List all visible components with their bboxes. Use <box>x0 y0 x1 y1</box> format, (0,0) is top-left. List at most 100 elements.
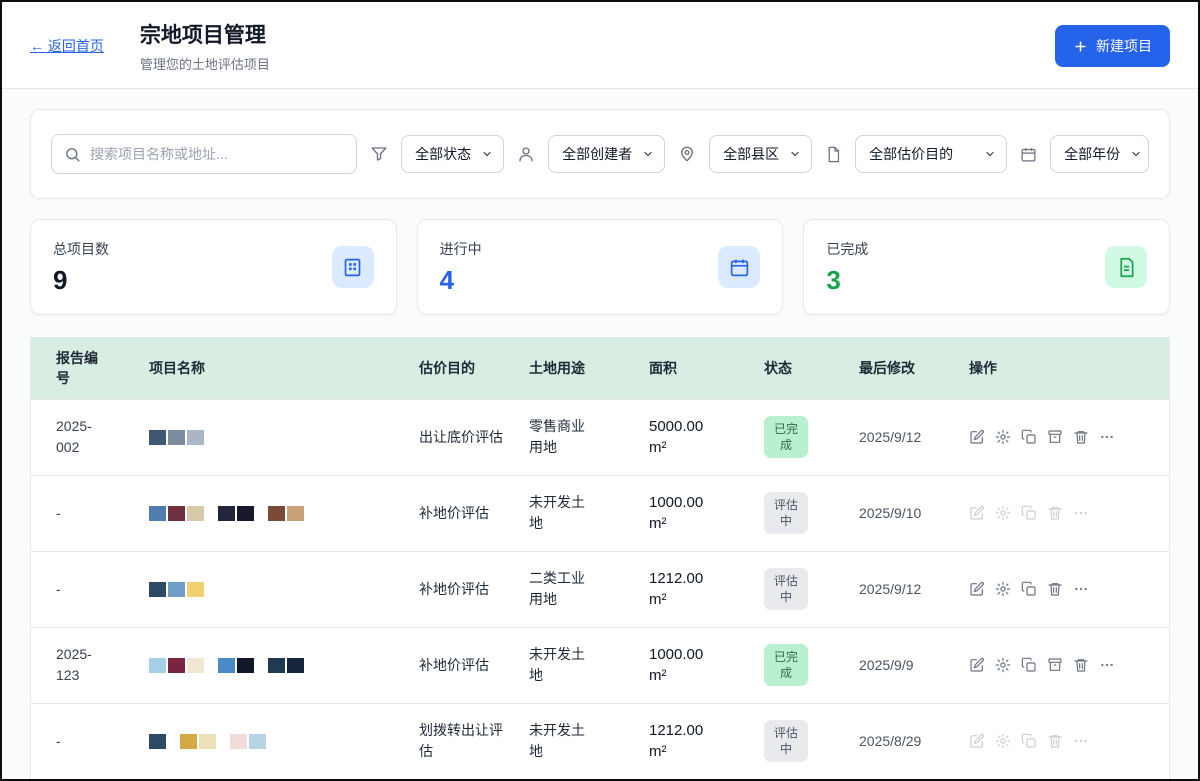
project-name-blocks[interactable] <box>149 646 419 685</box>
projects-table: 报告编号 项目名称 估价目的 土地用途 面积 状态 最后修改 操作 2025-0… <box>30 337 1170 779</box>
gear-icon[interactable] <box>995 581 1011 597</box>
col-header-purpose: 估价目的 <box>419 348 529 388</box>
archive-icon[interactable] <box>1047 657 1063 673</box>
land-use-cell: 未开发土地 <box>529 480 607 546</box>
title-block: 宗地项目管理 管理您的土地评估项目 <box>140 19 270 73</box>
plus-icon <box>1073 39 1088 54</box>
row-actions <box>969 493 1169 533</box>
status-badge: 已完成 <box>764 644 808 686</box>
district-select-value: 全部县区 <box>723 144 779 164</box>
search-box <box>51 134 357 174</box>
name-gap <box>256 506 266 521</box>
edit-icon[interactable] <box>969 505 985 521</box>
year-select[interactable]: 全部年份 <box>1050 135 1149 173</box>
archive-icon[interactable] <box>1047 429 1063 445</box>
search-input[interactable] <box>90 146 344 162</box>
trash-icon[interactable] <box>1073 429 1089 445</box>
area-cell: 5000.00 m² <box>649 404 764 470</box>
name-block <box>168 430 185 445</box>
purpose-cell: 划拨转出让评估 <box>419 708 517 774</box>
status-select-value: 全部状态 <box>415 144 471 164</box>
name-block <box>187 582 204 597</box>
stat-in-progress-value: 4 <box>440 265 482 296</box>
land-use-cell: 二类工业用地 <box>529 556 607 622</box>
trash-icon[interactable] <box>1073 657 1089 673</box>
file-text-icon <box>1105 246 1147 288</box>
project-name-blocks[interactable] <box>149 494 419 533</box>
trash-icon[interactable] <box>1047 733 1063 749</box>
copy-icon[interactable] <box>1021 581 1037 597</box>
creator-select[interactable]: 全部创建者 <box>548 135 665 173</box>
gear-icon[interactable] <box>995 429 1011 445</box>
copy-icon[interactable] <box>1021 733 1037 749</box>
name-block <box>168 582 185 597</box>
name-block <box>287 658 304 673</box>
name-block <box>168 506 185 521</box>
status-badge: 评估中 <box>764 720 808 762</box>
edit-icon[interactable] <box>969 733 985 749</box>
gear-icon[interactable] <box>995 733 1011 749</box>
table-row: 2025-123 补地价评估 未开发土地 1000.00 m² 已完成 2025… <box>31 627 1169 703</box>
edit-icon[interactable] <box>969 581 985 597</box>
trash-icon[interactable] <box>1047 581 1063 597</box>
name-block <box>149 734 166 749</box>
col-header-area: 面积 <box>649 348 764 388</box>
report-number: - <box>56 567 112 612</box>
area-value: 1000.00 <box>649 492 750 513</box>
chevron-down-icon <box>1130 148 1142 160</box>
calendar-icon <box>718 246 760 288</box>
status-cell: 评估中 <box>764 708 859 774</box>
copy-icon[interactable] <box>1021 657 1037 673</box>
edit-icon[interactable] <box>969 429 985 445</box>
name-block <box>237 506 254 521</box>
name-block <box>187 658 204 673</box>
col-header-project-name: 项目名称 <box>149 348 419 388</box>
status-badge: 已完成 <box>764 416 808 458</box>
more-icon[interactable] <box>1073 581 1089 597</box>
project-name-blocks[interactable] <box>149 722 419 761</box>
area-unit: m² <box>649 589 750 610</box>
report-number: 2025-123 <box>56 632 112 698</box>
modified-cell: 2025/9/10 <box>859 493 969 533</box>
status-select[interactable]: 全部状态 <box>401 135 504 173</box>
modified-cell: 2025/8/29 <box>859 721 969 761</box>
name-block <box>149 582 166 597</box>
stat-card-total: 总项目数 9 <box>30 219 397 315</box>
purpose-select[interactable]: 全部估价目的 <box>855 135 1007 173</box>
area-cell: 1212.00 m² <box>649 556 764 622</box>
name-block <box>149 658 166 673</box>
edit-icon[interactable] <box>969 657 985 673</box>
name-block <box>149 506 166 521</box>
project-name-blocks[interactable] <box>149 418 419 457</box>
gear-icon[interactable] <box>995 657 1011 673</box>
year-select-value: 全部年份 <box>1064 144 1120 164</box>
user-icon <box>517 145 535 163</box>
purpose-cell: 补地价评估 <box>419 643 517 688</box>
project-name-blocks[interactable] <box>149 570 419 609</box>
trash-icon[interactable] <box>1047 505 1063 521</box>
gear-icon[interactable] <box>995 505 1011 521</box>
area-value: 1212.00 <box>649 568 750 589</box>
copy-icon[interactable] <box>1021 429 1037 445</box>
name-gap <box>218 734 228 749</box>
district-select[interactable]: 全部县区 <box>709 135 812 173</box>
status-cell: 已完成 <box>764 404 859 470</box>
more-icon[interactable] <box>1099 429 1115 445</box>
stat-card-in-progress: 进行中 4 <box>417 219 784 315</box>
copy-icon[interactable] <box>1021 505 1037 521</box>
new-project-button[interactable]: 新建项目 <box>1055 25 1170 67</box>
more-icon[interactable] <box>1073 733 1089 749</box>
area-cell: 1212.00 m² <box>649 708 764 774</box>
status-cell: 已完成 <box>764 632 859 698</box>
more-icon[interactable] <box>1099 657 1115 673</box>
stat-completed-value: 3 <box>826 265 868 296</box>
chevron-down-icon <box>789 148 801 160</box>
stat-text: 进行中 4 <box>440 239 482 296</box>
back-home-link[interactable]: ← 返回首页 <box>30 36 104 56</box>
more-icon[interactable] <box>1073 505 1089 521</box>
stat-completed-label: 已完成 <box>826 239 868 259</box>
name-gap <box>168 734 178 749</box>
name-block <box>287 506 304 521</box>
area-cell: 1000.00 m² <box>649 480 764 546</box>
app-window: ← 返回首页 宗地项目管理 管理您的土地评估项目 新建项目 <box>0 0 1200 781</box>
